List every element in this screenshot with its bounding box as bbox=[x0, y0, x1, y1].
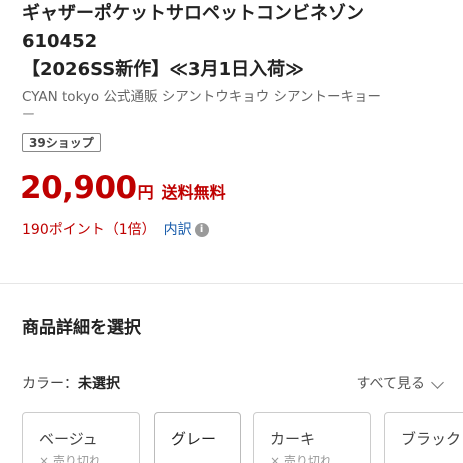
shipping-label: 送料無料 bbox=[161, 183, 226, 202]
price-amount: 20,900 bbox=[20, 170, 137, 206]
points-breakdown-link[interactable]: 内訳 bbox=[164, 219, 192, 241]
see-all-label: すべて見る bbox=[356, 376, 425, 392]
color-option-status: × 売り切れ bbox=[39, 454, 101, 463]
shop-badge: 39ショップ bbox=[22, 133, 101, 152]
color-option-khaki[interactable]: カーキ × 売り切れ bbox=[253, 412, 371, 463]
price-currency: 円 bbox=[137, 183, 154, 202]
color-selection-row: カラー：未選択 すべて見る bbox=[22, 373, 444, 395]
color-option-name: グレー bbox=[171, 430, 217, 448]
color-option-status: × 売り切れ bbox=[270, 454, 332, 463]
section-title: 商品詳細を選択 bbox=[22, 318, 141, 338]
product-title-line3: 【2026SS新作】≪3月1日入荷≫ bbox=[22, 59, 304, 80]
info-icon[interactable]: i bbox=[194, 223, 209, 237]
points-row: 190ポイント（1倍） 内訳 i bbox=[22, 219, 209, 241]
price-row: 20,900円 送料無料 bbox=[20, 170, 226, 210]
color-option-name: カーキ bbox=[270, 430, 316, 448]
product-page: ギャザーポケットサロペットコンビネゾン 610452 【2026SS新作】≪3月… bbox=[0, 0, 463, 463]
section-divider bbox=[0, 283, 463, 284]
color-option-black[interactable]: ブラック bbox=[384, 412, 463, 463]
product-title: ギャザーポケットサロペットコンビネゾン 610452 【2026SS新作】≪3月… bbox=[22, 0, 462, 84]
color-option-gray[interactable]: グレー bbox=[154, 412, 241, 463]
chevron-down-icon bbox=[431, 375, 444, 389]
color-label: カラー： bbox=[22, 376, 78, 392]
color-value: 未選択 bbox=[78, 376, 120, 392]
color-option-name: ベージュ bbox=[39, 430, 98, 448]
color-option-beige[interactable]: ベージュ × 売り切れ bbox=[22, 412, 140, 463]
points-text: 190ポイント（1倍） bbox=[22, 222, 156, 238]
product-title-line2: 610452 bbox=[22, 31, 98, 52]
store-info: CYAN tokyo 公式通販 シアントウキョウ シアントーキョー bbox=[22, 89, 381, 105]
product-title-line1: ギャザーポケットサロペットコンビネゾン bbox=[22, 3, 364, 24]
color-option-name: ブラック bbox=[401, 430, 462, 448]
store-info-tail: ー bbox=[22, 108, 36, 123]
see-all-button[interactable]: すべて見る bbox=[356, 373, 444, 395]
